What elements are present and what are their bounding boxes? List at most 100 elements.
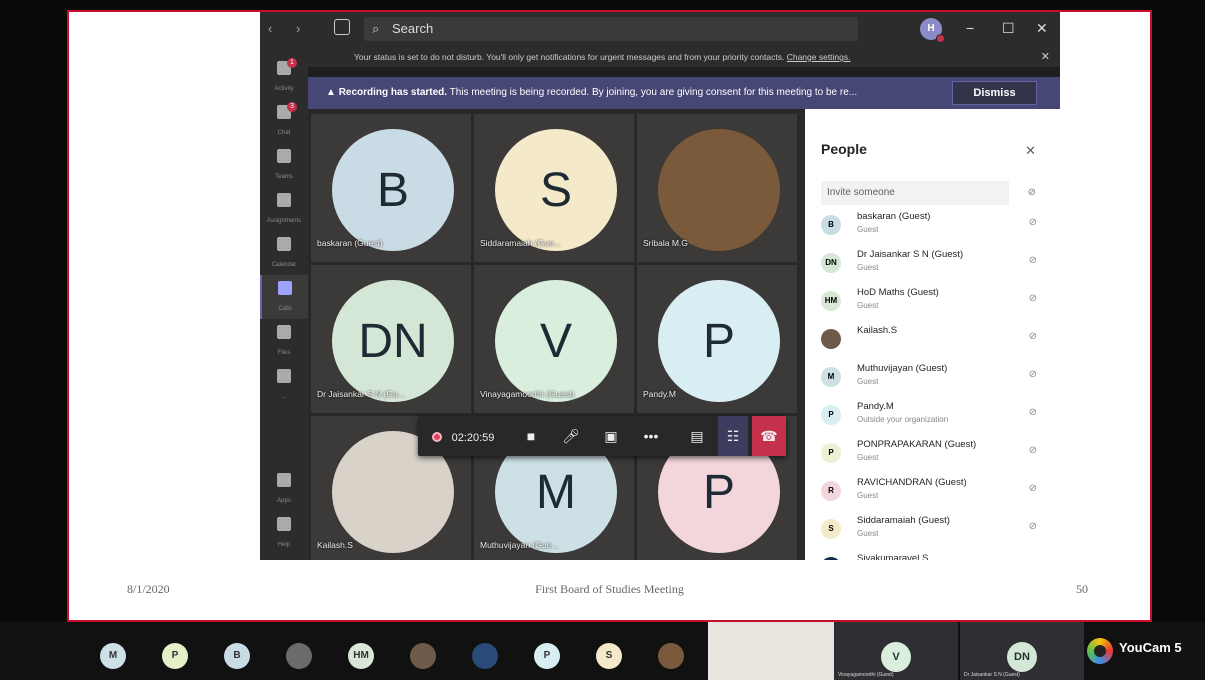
- video-tile[interactable]: [708, 622, 834, 680]
- change-settings-link[interactable]: Change settings.: [787, 52, 851, 62]
- participant-row[interactable]: P PONPRAPAKARAN (Guest) Guest ⊘: [821, 435, 1051, 473]
- participant-row[interactable]: P Pandy.M Outside your organization ⊘: [821, 397, 1051, 435]
- participant-row[interactable]: R RAVICHANDRAN (Guest) Guest ⊘: [821, 473, 1051, 511]
- participant-chip[interactable]: B: [224, 643, 250, 669]
- participant-chip[interactable]: S: [596, 643, 622, 669]
- record-icon: [431, 432, 442, 443]
- participant-row[interactable]: HM HoD Maths (Guest) Guest ⊘: [821, 283, 1051, 321]
- mic-muted-icon: ⊘: [1028, 407, 1037, 418]
- video-tile[interactable]: V Vinayagamoorthi (Guest): [834, 622, 958, 680]
- rail-label: Activity: [274, 86, 294, 92]
- rail-item-3[interactable]: Assignments: [260, 187, 308, 231]
- rail-item-6[interactable]: Files: [260, 319, 308, 363]
- video-tile[interactable]: Bbaskaran (Guest): [311, 114, 471, 262]
- participant-name: Kailash.S: [857, 325, 898, 336]
- recording-bold-text: Recording has started.: [338, 87, 448, 98]
- participant-role: Guest: [857, 377, 879, 386]
- more-actions-icon[interactable]: •••: [634, 416, 668, 456]
- participant-name: HoD Maths (Guest): [857, 287, 939, 298]
- dismiss-button[interactable]: Dismiss: [952, 81, 1037, 105]
- search-input[interactable]: ⌕ Search: [364, 17, 858, 41]
- participant-name: Siddaramaiah (Guest): [857, 515, 950, 526]
- participant-chip[interactable]: M: [100, 643, 126, 669]
- participant-chip[interactable]: HM: [348, 643, 374, 669]
- youcam-logo-icon: [1087, 638, 1113, 664]
- close-button[interactable]: ✕: [1036, 20, 1048, 37]
- participant-name: Sivakumaravel.S: [857, 553, 929, 560]
- participant-name: Dr Jaisankar S N (Guest): [857, 249, 964, 260]
- close-icon[interactable]: ✕: [1025, 143, 1036, 159]
- search-placeholder: Search: [392, 21, 434, 36]
- participant-chip[interactable]: [472, 643, 498, 669]
- participant-row[interactable]: Bbaskaran (Guest) Guest ⊘: [821, 207, 1051, 245]
- participant-row[interactable]: M Muthuvijayan (Guest) Guest ⊘: [821, 359, 1051, 397]
- participant-avatar: B: [821, 215, 841, 235]
- participant-row[interactable]: Kailash.S ⊘: [821, 321, 1051, 359]
- slide-number: 50: [1076, 582, 1088, 596]
- notification-badge: 1: [287, 58, 297, 68]
- notification-badge: 3: [287, 102, 297, 112]
- microphone-icon[interactable]: 🎤︎: [554, 416, 588, 456]
- rail-label: Teams: [275, 174, 293, 180]
- nav-arrows[interactable]: ‹ ›: [268, 21, 310, 36]
- rail-item-7[interactable]: ...: [260, 363, 308, 407]
- video-tile[interactable]: S Siddaramaiah (Gue...: [474, 114, 634, 262]
- chat-icon[interactable]: ▤: [680, 416, 714, 456]
- video-tile[interactable]: DN Dr Jaisankar S N (Gu...: [311, 265, 471, 413]
- rail-item-2[interactable]: Teams: [260, 143, 308, 187]
- rail-item-5[interactable]: Calls: [260, 275, 308, 319]
- participant-chip[interactable]: P: [534, 643, 560, 669]
- participant-row[interactable]: DN Dr Jaisankar S N (Guest) Guest ⊘: [821, 245, 1051, 283]
- participant-chip[interactable]: [410, 643, 436, 669]
- participants-icon[interactable]: ☷: [718, 416, 748, 456]
- maximize-button[interactable]: ☐: [1002, 20, 1015, 37]
- participant-avatar: [658, 129, 780, 251]
- user-avatar[interactable]: H: [920, 18, 945, 43]
- participant-role: Outside your organization: [857, 415, 949, 424]
- rail-label: Calendar: [271, 262, 297, 268]
- participant-name: baskaran (Guest): [857, 211, 931, 222]
- compose-icon[interactable]: [334, 19, 350, 35]
- rail-item-9[interactable]: Help: [260, 511, 308, 555]
- participant-name: Sribala M.G: [643, 238, 688, 248]
- participant-role: Guest: [857, 491, 879, 500]
- video-tile[interactable]: DN Dr Jaisankar S N (Guest): [960, 622, 1084, 680]
- rail-label: Assignments: [266, 218, 302, 224]
- participant-list: Bbaskaran (Guest) Guest ⊘ DN Dr Jaisankar S …: [821, 207, 1051, 560]
- participant-avatar: [821, 329, 841, 349]
- participant-row[interactable]: S Siddaramaiah (Guest) Guest ⊘: [821, 511, 1051, 549]
- hang-up-button[interactable]: ☎: [752, 416, 786, 456]
- video-tile[interactable]: Sribala M.G: [637, 114, 797, 262]
- participant-name: RAVICHANDRAN (Guest): [857, 477, 967, 488]
- call-controls: 02:20:59 ■ 🎤︎ ▣ ••• ▤ ☷ ☎: [418, 416, 786, 456]
- participant-name: Vinayagamoorthi (Guest): [838, 672, 894, 678]
- rail-item-0[interactable]: Activity 1: [260, 55, 308, 99]
- dnd-status-icon: [936, 34, 945, 43]
- rail-item-1[interactable]: Chat 3: [260, 99, 308, 143]
- rail-item-8[interactable]: Apps: [260, 467, 308, 511]
- participant-role: Guest: [857, 529, 879, 538]
- participant-avatar: B: [332, 129, 454, 251]
- recording-banner: ▲ Recording has started. This meeting is…: [308, 77, 1060, 109]
- participant-row[interactable]: Sivakumaravel.S ⊘: [821, 549, 1051, 560]
- participant-name: Muthuvijayan (Gue...: [480, 540, 559, 550]
- participant-chip[interactable]: [658, 643, 684, 669]
- minimize-button[interactable]: −: [966, 20, 974, 36]
- rail-label: Files: [277, 350, 291, 356]
- participant-name: Dr Jaisankar S N (Guest): [964, 672, 1020, 678]
- invite-input[interactable]: Invite someone: [821, 181, 1009, 205]
- participant-chip[interactable]: [286, 643, 312, 669]
- participant-avatar: P: [821, 405, 841, 425]
- close-icon[interactable]: ✕: [1041, 47, 1050, 67]
- participant-name: Dr Jaisankar S N (Gu...: [317, 389, 405, 399]
- participant-avatar: DN: [332, 280, 454, 402]
- video-tile[interactable]: P Pandy.M: [637, 265, 797, 413]
- participant-chip[interactable]: P: [162, 643, 188, 669]
- search-icon: ⌕: [372, 21, 380, 36]
- rail-label: Help: [277, 542, 291, 548]
- camera-icon[interactable]: ■: [514, 416, 548, 456]
- share-screen-icon[interactable]: ▣: [594, 416, 628, 456]
- link-icon[interactable]: ⊘: [1028, 187, 1036, 198]
- rail-item-4[interactable]: Calendar: [260, 231, 308, 275]
- video-tile[interactable]: V Vinayagamoorthi (Guest): [474, 265, 634, 413]
